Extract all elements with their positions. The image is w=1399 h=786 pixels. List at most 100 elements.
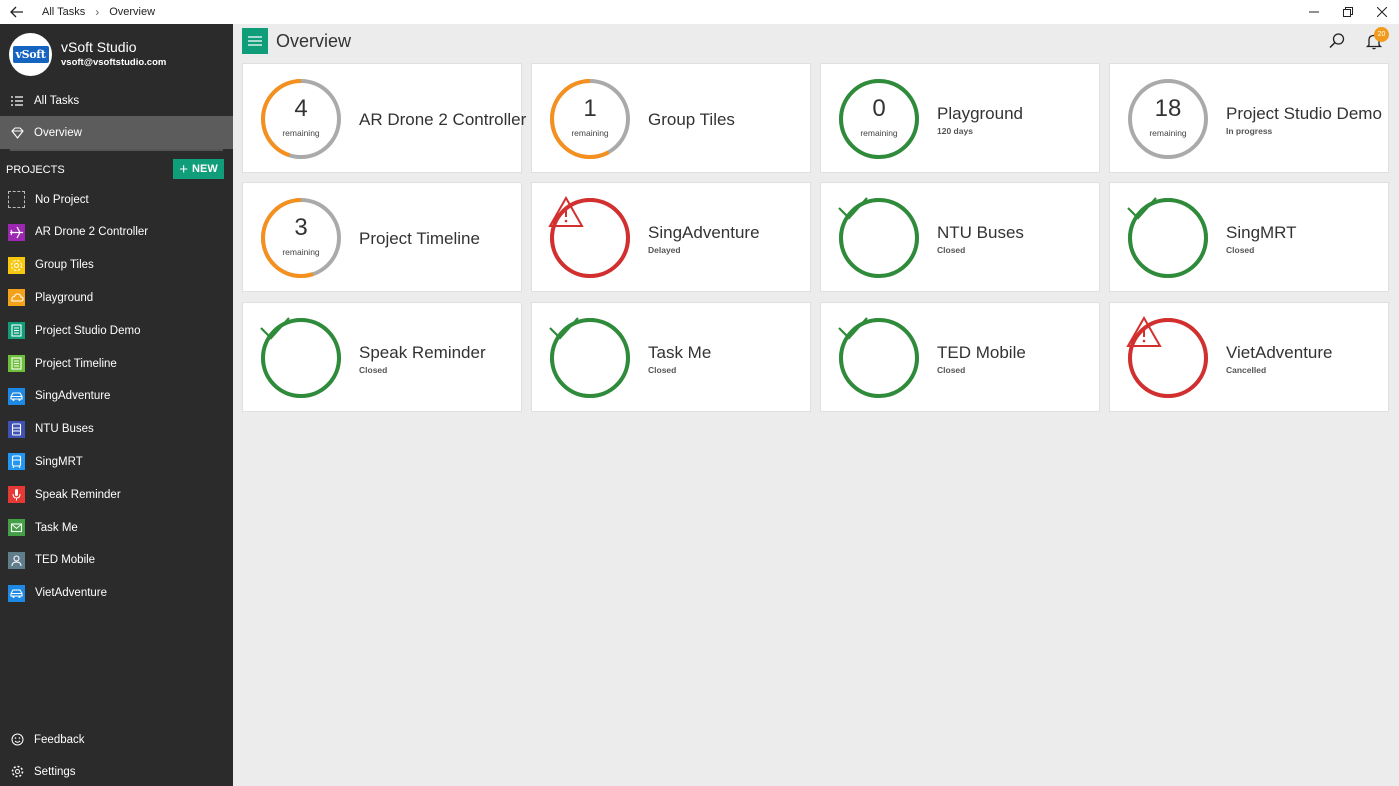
hamburger-menu-button[interactable] (242, 28, 268, 54)
remaining-label: remaining (282, 128, 320, 138)
tile-title: Project Timeline (359, 229, 480, 248)
progress-ring: 3 remaining (259, 196, 343, 280)
sidebar-project-item[interactable]: TED Mobile (0, 544, 233, 577)
sidebar-project-label: Task Me (35, 521, 78, 534)
checkmark-icon (259, 316, 343, 400)
plus-icon: + (179, 160, 189, 178)
progress-ring (259, 316, 343, 400)
restore-icon (1343, 7, 1353, 17)
sidebar-project-label: SingMRT (35, 455, 83, 468)
sidebar-project-label: TED Mobile (35, 554, 96, 567)
sidebar-project-label: No Project (35, 193, 89, 206)
close-icon (1377, 7, 1387, 17)
sidebar-project-item[interactable]: Group Tiles (0, 249, 233, 282)
hamburger-icon (248, 36, 262, 46)
overview-icon (0, 126, 34, 139)
sidebar-project-label: NTU Buses (35, 423, 94, 436)
sidebar-project-item[interactable]: Project Studio Demo (0, 314, 233, 347)
checkmark-icon (837, 196, 921, 280)
project-tile[interactable]: 0 remaining Playground 120 days (820, 63, 1100, 173)
main-header: Overview 20 (233, 24, 1399, 60)
project-tile[interactable]: SingMRT Closed (1109, 182, 1389, 292)
progress-ring: 0 remaining (837, 77, 921, 161)
sidebar-project-label: VietAdventure (35, 587, 108, 600)
tile-status: Delayed (648, 245, 681, 255)
breadcrumb-all-tasks[interactable]: All Tasks (42, 6, 85, 18)
project-tile[interactable]: SingAdventure Delayed (531, 182, 811, 292)
page-title: Overview (276, 31, 352, 51)
progress-ring (1126, 316, 1210, 400)
tile-status: Closed (1226, 245, 1255, 255)
nav-all-tasks[interactable]: All Tasks (0, 84, 233, 117)
search-button[interactable] (1328, 32, 1346, 50)
project-tile[interactable]: 3 remaining Project Timeline (242, 182, 522, 292)
remaining-count: 4 (294, 95, 308, 122)
divider (10, 149, 223, 151)
tile-status: Cancelled (1226, 365, 1267, 375)
breadcrumb-overview: Overview (109, 6, 156, 18)
sidebar-project-item[interactable]: AR Drone 2 Controller (0, 216, 233, 249)
sidebar-project-label: Playground (35, 291, 94, 304)
minimize-button[interactable] (1297, 0, 1331, 24)
project-tile[interactable]: 4 remaining AR Drone 2 Controller (242, 63, 526, 173)
breadcrumb-chevron-icon: › (95, 5, 100, 19)
progress-ring (548, 316, 632, 400)
avatar: vSoft (9, 33, 52, 76)
sidebar-project-item[interactable]: SingMRT (0, 445, 233, 478)
sidebar-project-item[interactable]: Playground (0, 281, 233, 314)
sidebar-project-item[interactable]: Speak Reminder (0, 478, 233, 511)
sidebar-project-item[interactable]: Project Timeline (0, 347, 233, 380)
progress-ring: 4 remaining (259, 77, 343, 161)
remaining-count: 0 (872, 95, 886, 122)
car-icon (8, 584, 25, 602)
tile-title: SingMRT (1226, 223, 1297, 242)
progress-ring (837, 196, 921, 280)
sidebar-project-item[interactable]: Task Me (0, 511, 233, 544)
minimize-icon (1309, 11, 1319, 13)
dashed-square-icon (8, 191, 25, 208)
nav-settings-label: Settings (34, 765, 76, 778)
profile-header[interactable]: vSoft vSoft Studio vsoft@vsoftstudio.com (0, 24, 233, 86)
restore-button[interactable] (1331, 0, 1365, 24)
progress-ring: 18 remaining (1126, 77, 1210, 161)
nav-overview[interactable]: Overview (0, 116, 233, 149)
project-tile[interactable]: Speak Reminder Closed (242, 302, 522, 412)
profile-name: vSoft Studio (61, 39, 137, 55)
project-tile[interactable]: 1 remaining Group Tiles (531, 63, 811, 173)
sidebar-project-label: Project Timeline (35, 357, 117, 370)
sidebar-project-item[interactable]: NTU Buses (0, 413, 233, 446)
project-tile[interactable]: VietAdventure Cancelled (1109, 302, 1389, 412)
project-tile[interactable]: TED Mobile Closed (820, 302, 1100, 412)
checkmark-icon (1126, 196, 1210, 280)
progress-ring (837, 316, 921, 400)
new-project-label: NEW (192, 163, 218, 175)
tile-status: 120 days (937, 126, 973, 136)
tile-title: TED Mobile (937, 343, 1026, 362)
close-button[interactable] (1365, 0, 1399, 24)
remaining-count: 1 (583, 95, 597, 122)
tile-title: Group Tiles (648, 110, 735, 129)
tile-status: Closed (648, 365, 677, 375)
sidebar-project-item[interactable]: VietAdventure (0, 577, 233, 610)
document-icon (8, 355, 25, 372)
back-button[interactable] (0, 0, 34, 24)
project-tile[interactable]: Task Me Closed (531, 302, 811, 412)
title-bar: All Tasks › Overview (0, 0, 1399, 24)
cloud-icon (8, 289, 25, 307)
tile-status: Closed (937, 365, 966, 375)
nav-settings[interactable]: Settings (0, 755, 233, 786)
nav-overview-label: Overview (34, 126, 82, 139)
sidebar-project-item[interactable]: No Project (0, 183, 233, 216)
document-icon (8, 322, 25, 340)
vsoft-logo: vSoft (12, 46, 49, 63)
tile-title: Playground (937, 104, 1024, 123)
nav-feedback[interactable]: Feedback (0, 723, 233, 756)
sidebar-project-item[interactable]: SingAdventure (0, 380, 233, 413)
project-tile[interactable]: NTU Buses Closed (820, 182, 1100, 292)
sidebar-project-label: Speak Reminder (35, 488, 121, 501)
remaining-label: remaining (860, 128, 898, 138)
sidebar-project-label: AR Drone 2 Controller (35, 226, 149, 239)
new-project-button[interactable]: + NEW (173, 159, 224, 179)
project-tile[interactable]: 18 remaining Project Studio Demo In progres… (1109, 63, 1389, 173)
progress-ring: 1 remaining (548, 77, 632, 161)
